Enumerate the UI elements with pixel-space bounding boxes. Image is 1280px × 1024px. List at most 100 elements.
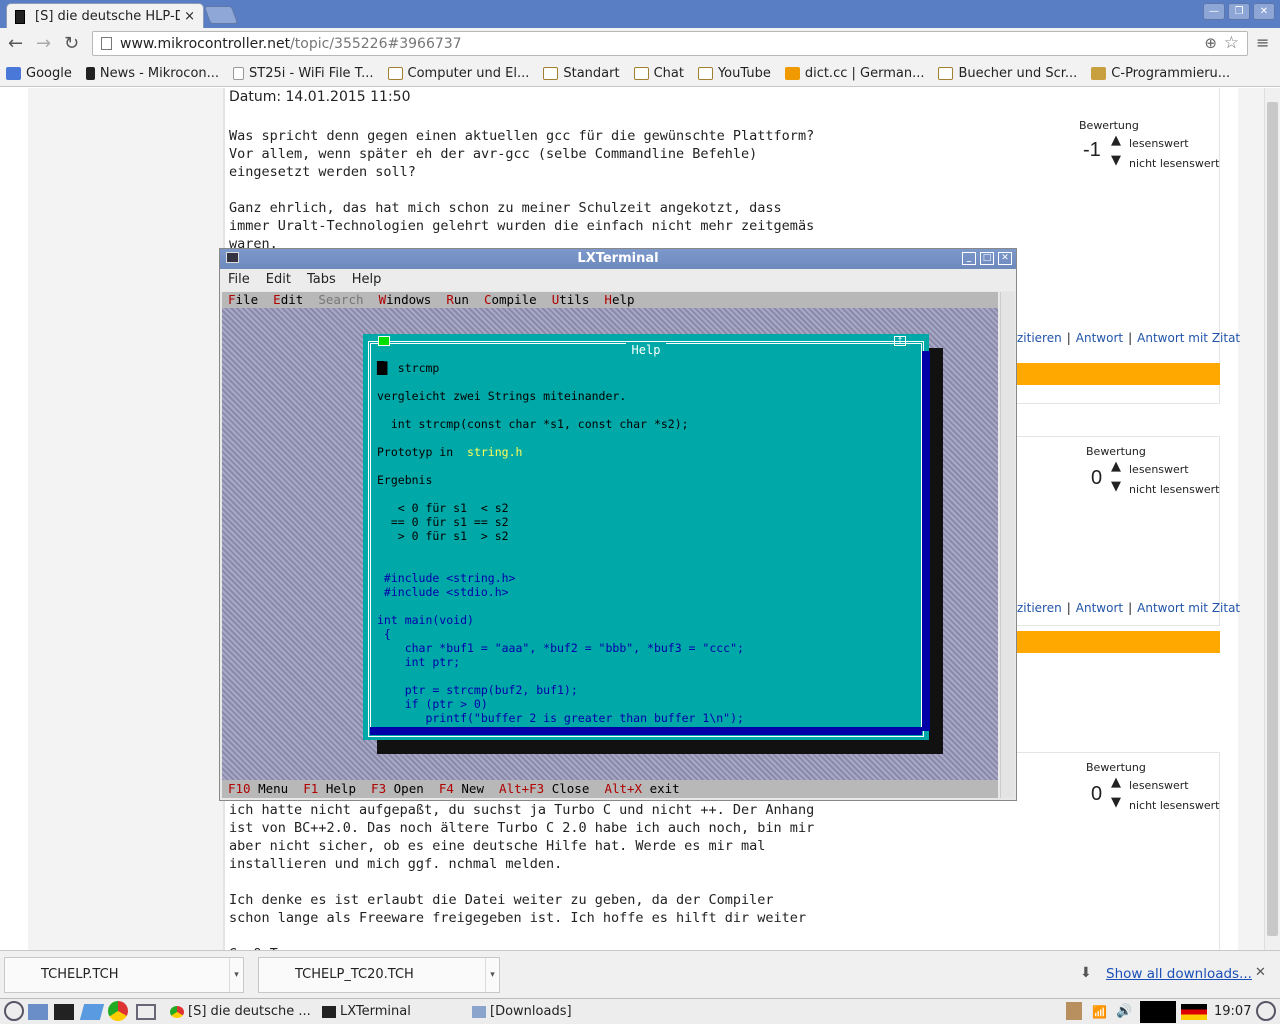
downvote-arrow-icon[interactable]: ▼ (1111, 153, 1121, 168)
keyboard-layout-de-flag-icon[interactable] (1181, 1004, 1207, 1020)
downvote-label[interactable]: nicht lesenswert (1129, 483, 1219, 496)
tc-menu-edit[interactable]: Edit (273, 292, 303, 307)
browser-launcher-icon[interactable] (79, 1004, 105, 1020)
tc-menu-help[interactable]: Help (604, 292, 634, 307)
rating-box: Bewertung -1 ▲ lesenswert ▼ nicht lesens… (1077, 119, 1219, 179)
tc-menu-run[interactable]: Run (446, 292, 469, 307)
help-close-icon[interactable] (378, 336, 390, 346)
chrome-icon[interactable] (108, 1001, 128, 1021)
tc-menu-windows[interactable]: Windows (379, 292, 432, 307)
answer-quote-link[interactable]: Antwort mit Zitat (1137, 331, 1240, 345)
clock[interactable]: 19:07 (1214, 1001, 1251, 1023)
download-filename: TCHELP_TC20.TCH (295, 967, 414, 982)
bookmark-c-prog[interactable]: C-Programmieru... (1091, 66, 1230, 81)
downvote-label[interactable]: nicht lesenswert (1129, 799, 1219, 812)
terminal-menu-tabs[interactable]: Tabs (307, 272, 336, 287)
bookmark-google[interactable]: Google (6, 66, 72, 81)
desktop-icon[interactable] (136, 1004, 156, 1020)
bookmark-news[interactable]: News - Mikrocon... (85, 66, 219, 81)
forward-arrow-icon[interactable]: → (36, 33, 51, 54)
browser-tab[interactable]: [S] die deutsche HLP-D × (6, 3, 204, 29)
maximize-button[interactable]: ❐ (1228, 3, 1250, 20)
tab-title: [S] die deutsche HLP-D (35, 9, 181, 24)
show-all-downloads-link[interactable]: Show all downloads... (1106, 966, 1252, 982)
tc-menu-utils[interactable]: Utils (552, 292, 590, 307)
scrollbar-thumb[interactable] (1267, 102, 1278, 936)
upvote-label[interactable]: lesenswert (1129, 137, 1189, 150)
network-icon[interactable]: 📶 (1092, 1001, 1107, 1023)
help-content: ▌▌ strcmp vergleicht zwei Strings mitein… (377, 361, 744, 725)
clipboard-icon[interactable] (1066, 1002, 1082, 1020)
background-circuit-pattern (28, 88, 224, 950)
rating-score: -1 (1083, 139, 1101, 161)
tab-close-icon[interactable]: × (184, 9, 195, 24)
download-shelf: TCHELP.TCH ▾ TCHELP_TC20.TCH ▾ ⬇ ✕ (0, 950, 1280, 998)
rating-label: Bewertung (1086, 761, 1146, 774)
terminal-menu-help[interactable]: Help (352, 272, 382, 287)
terminal-launcher-icon[interactable] (54, 1004, 74, 1020)
answer-link[interactable]: Antwort (1076, 601, 1123, 615)
quote-link[interactable]: zitieren (1017, 331, 1062, 345)
help-horizontal-scrollbar[interactable] (370, 727, 922, 735)
download-menu-chevron-icon[interactable]: ▾ (229, 958, 243, 992)
downvote-arrow-icon[interactable]: ▼ (1111, 795, 1121, 810)
menu-icon[interactable]: ≡ (1256, 33, 1269, 52)
minimize-button[interactable]: — (1203, 3, 1225, 20)
bookmark-chat[interactable]: Chat (633, 66, 684, 81)
download-item[interactable]: TCHELP.TCH ▾ (4, 957, 244, 993)
volume-icon[interactable]: 🔊 (1116, 1001, 1132, 1023)
upvote-arrow-icon[interactable]: ▲ (1111, 775, 1121, 790)
help-title: Help (625, 343, 667, 357)
dos-screen[interactable]: File Edit Search Windows Run Compile Uti… (222, 292, 998, 798)
task-lxterminal[interactable]: LXTerminal (322, 1001, 411, 1023)
terminal-maximize-button[interactable]: □ (980, 252, 994, 265)
post-body: ich hatte nicht aufgepaßt, du suchst ja … (229, 802, 815, 950)
help-vertical-scrollbar[interactable] (922, 351, 930, 731)
help-header-link[interactable]: string.h (467, 445, 522, 459)
post-actions: zitieren | Antwort | Antwort mit Zitat (1017, 601, 1241, 615)
zoom-icon[interactable]: ⊕ (1204, 34, 1217, 52)
quote-link[interactable]: zitieren (1017, 601, 1062, 615)
terminal-titlebar[interactable]: LXTerminal _ □ ✕ (220, 249, 1016, 269)
terminal-menu-file[interactable]: File (228, 272, 250, 287)
upvote-label[interactable]: lesenswert (1129, 779, 1189, 792)
upvote-arrow-icon[interactable]: ▲ (1111, 459, 1121, 474)
terminal-close-button[interactable]: ✕ (998, 252, 1012, 265)
download-arrow-icon: ⬇ (1080, 965, 1092, 981)
answer-quote-link[interactable]: Antwort mit Zitat (1137, 601, 1240, 615)
terminal-minimize-button[interactable]: _ (962, 252, 976, 265)
downvote-arrow-icon[interactable]: ▼ (1111, 479, 1121, 494)
start-menu-icon[interactable] (4, 1001, 24, 1021)
upvote-label[interactable]: lesenswert (1129, 463, 1189, 476)
download-item[interactable]: TCHELP_TC20.TCH ▾ (258, 957, 500, 993)
task-chrome[interactable]: [S] die deutsche ... (170, 1001, 311, 1023)
answer-link[interactable]: Antwort (1076, 331, 1123, 345)
tc-menu-file[interactable]: File (228, 292, 258, 307)
upvote-arrow-icon[interactable]: ▲ (1111, 133, 1121, 148)
bookmark-standart[interactable]: Standart (543, 66, 620, 81)
terminal-scrollbar[interactable] (1000, 292, 1014, 798)
tc-menu-compile[interactable]: Compile (484, 292, 537, 307)
help-zoom-icon[interactable]: ↑ (894, 336, 906, 346)
folder-icon (472, 1005, 486, 1018)
back-arrow-icon[interactable]: ← (8, 33, 23, 54)
bookmark-dictcc[interactable]: dict.cc | German... (784, 66, 924, 81)
logout-icon[interactable] (1256, 1001, 1276, 1021)
terminal-menu-edit[interactable]: Edit (266, 272, 291, 287)
window-close-button[interactable]: ✕ (1253, 3, 1275, 20)
reload-icon[interactable]: ↻ (64, 33, 79, 54)
downvote-label[interactable]: nicht lesenswert (1129, 157, 1219, 170)
tc-menu-search[interactable]: Search (318, 292, 363, 307)
bookmark-computer[interactable]: Computer und El... (387, 66, 529, 81)
address-bar[interactable]: www.mikrocontroller.net/topic/355226#396… (92, 31, 1248, 56)
shelf-close-icon[interactable]: ✕ (1255, 965, 1266, 980)
bookmark-star-icon[interactable]: ☆ (1224, 33, 1239, 53)
task-downloads[interactable]: [Downloads] (472, 1001, 572, 1023)
help-window[interactable]: Help ↑ ▌▌ strcmp vergleicht zwei Strings… (363, 334, 930, 740)
download-menu-chevron-icon[interactable]: ▾ (485, 958, 499, 992)
bookmark-youtube[interactable]: YouTube (697, 66, 771, 81)
bookmark-buecher[interactable]: Buecher und Scr... (938, 66, 1077, 81)
bookmark-st25i[interactable]: ST25i - WiFi File T... (233, 66, 374, 81)
page-scrollbar[interactable] (1264, 88, 1280, 950)
file-manager-icon[interactable] (28, 1004, 48, 1020)
